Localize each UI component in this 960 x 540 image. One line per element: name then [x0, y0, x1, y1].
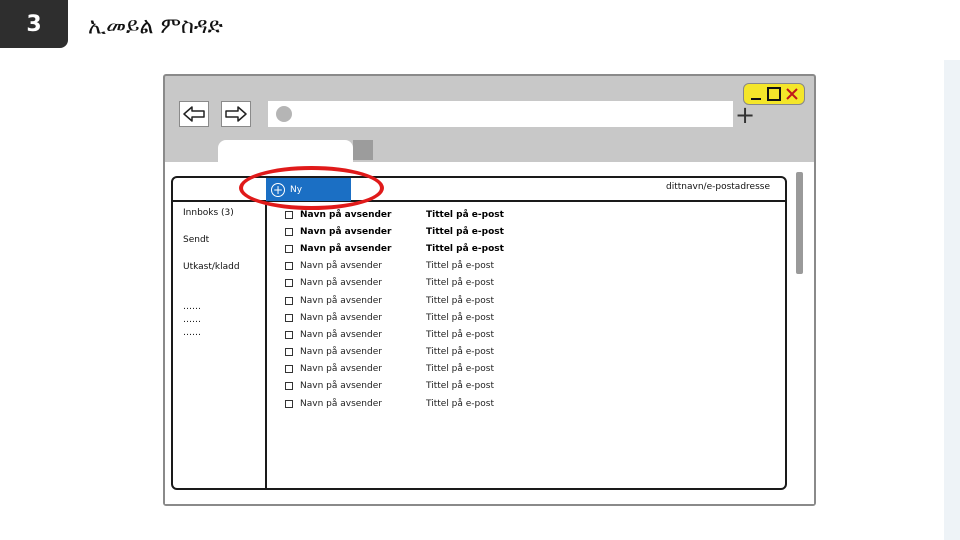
mail-row[interactable]: Navn på avsender Tittel på e-post: [285, 344, 546, 361]
sender-name: Navn på avsender: [300, 364, 382, 375]
browser-window: + + Ny dittnavn/e-postadresse Innboks (3…: [163, 74, 816, 506]
mail-subject: Tittel på e-post: [426, 278, 494, 289]
vertical-scrollbar[interactable]: [792, 162, 814, 504]
sender-name: Navn på avsender: [300, 398, 382, 409]
select-checkbox[interactable]: [285, 382, 293, 391]
step-badge: 3: [0, 0, 68, 48]
sender-name: Navn på avsender: [300, 261, 382, 272]
mail-subject: Tittel på e-post: [426, 329, 494, 340]
select-checkbox[interactable]: [285, 330, 293, 339]
select-checkbox[interactable]: [285, 348, 293, 357]
select-checkbox[interactable]: [285, 365, 293, 374]
sender-name: Navn på avsender: [300, 295, 382, 306]
select-checkbox[interactable]: [285, 399, 293, 408]
mail-row[interactable]: Navn på avsender Tittel på e-post: [285, 292, 546, 309]
more-placeholder: ……: [183, 302, 201, 312]
mail-row[interactable]: Navn på avsender Tittel på e-post: [285, 240, 546, 257]
site-icon: [276, 106, 292, 122]
mail-row[interactable]: Navn på avsender Tittel på e-post: [285, 395, 546, 412]
slide-edge: [944, 60, 960, 540]
window-controls: [743, 83, 805, 105]
back-button[interactable]: [179, 101, 209, 127]
mail-subject: Tittel på e-post: [426, 381, 494, 392]
scrollbar-thumb[interactable]: [796, 172, 803, 274]
folder-sent[interactable]: Sendt: [183, 235, 240, 262]
folder-list: Innboks (3) Sendt Utkast/kladd …… …… ……: [183, 208, 240, 340]
mail-row[interactable]: Navn på avsender Tittel på e-post: [285, 258, 546, 275]
page-content: + Ny dittnavn/e-postadresse Innboks (3) …: [165, 162, 792, 504]
more-folders: …… …… ……: [183, 301, 240, 340]
folder-inbox[interactable]: Innboks (3): [183, 208, 240, 235]
mail-row[interactable]: Navn på avsender Tittel på e-post: [285, 223, 546, 240]
mail-subject: Tittel på e-post: [426, 295, 494, 306]
mail-subject: Tittel på e-post: [426, 226, 504, 237]
mail-subject: Tittel på e-post: [426, 209, 504, 220]
select-checkbox[interactable]: [285, 262, 293, 271]
browser-tab[interactable]: [218, 140, 353, 164]
slide-title: ኢመይል ምስዳድ: [88, 14, 223, 39]
mail-row[interactable]: Navn på avsender Tittel på e-post: [285, 326, 546, 343]
sender-name: Navn på avsender: [300, 278, 382, 289]
mail-subject: Tittel på e-post: [426, 261, 494, 272]
new-tab-button[interactable]: +: [735, 102, 755, 128]
select-checkbox[interactable]: [285, 227, 293, 236]
select-checkbox[interactable]: [285, 244, 293, 253]
sidebar-divider: [265, 200, 267, 490]
mail-list: Navn på avsender Tittel på e-post Navn på …: [285, 206, 546, 412]
more-placeholder: ……: [183, 315, 201, 325]
sender-name: Navn på avsender: [300, 226, 392, 237]
close-icon[interactable]: [786, 88, 799, 100]
select-checkbox[interactable]: [285, 210, 293, 219]
mail-row[interactable]: Navn på avsender Tittel på e-post: [285, 378, 546, 395]
more-placeholder: ……: [183, 328, 201, 338]
select-checkbox[interactable]: [285, 279, 293, 288]
highlight-circle: [239, 166, 384, 210]
mail-app: + Ny dittnavn/e-postadresse Innboks (3) …: [171, 176, 787, 490]
mail-subject: Tittel på e-post: [426, 398, 494, 409]
mail-subject: Tittel på e-post: [426, 347, 494, 358]
sender-name: Navn på avsender: [300, 243, 392, 254]
select-checkbox[interactable]: [285, 313, 293, 322]
sender-name: Navn på avsender: [300, 209, 392, 220]
sender-name: Navn på avsender: [300, 381, 382, 392]
mail-subject: Tittel på e-post: [426, 243, 504, 254]
back-arrow-icon: [183, 106, 205, 122]
folder-drafts[interactable]: Utkast/kladd: [183, 262, 240, 289]
mail-subject: Tittel på e-post: [426, 364, 494, 375]
select-checkbox[interactable]: [285, 296, 293, 305]
mail-row[interactable]: Navn på avsender Tittel på e-post: [285, 275, 546, 292]
mail-row[interactable]: Navn på avsender Tittel på e-post: [285, 361, 546, 378]
minimize-icon[interactable]: [750, 88, 762, 100]
tab-scroll-handle[interactable]: [353, 140, 373, 160]
address-bar[interactable]: [268, 101, 733, 127]
forward-arrow-icon: [225, 106, 247, 122]
mail-row[interactable]: Navn på avsender Tittel på e-post: [285, 309, 546, 326]
sender-name: Navn på avsender: [300, 347, 382, 358]
maximize-icon[interactable]: [766, 87, 781, 101]
sender-name: Navn på avsender: [300, 329, 382, 340]
account-address: dittnavn/e-postadresse: [666, 182, 770, 192]
sender-name: Navn på avsender: [300, 312, 382, 323]
mail-subject: Tittel på e-post: [426, 312, 494, 323]
forward-button[interactable]: [221, 101, 251, 127]
